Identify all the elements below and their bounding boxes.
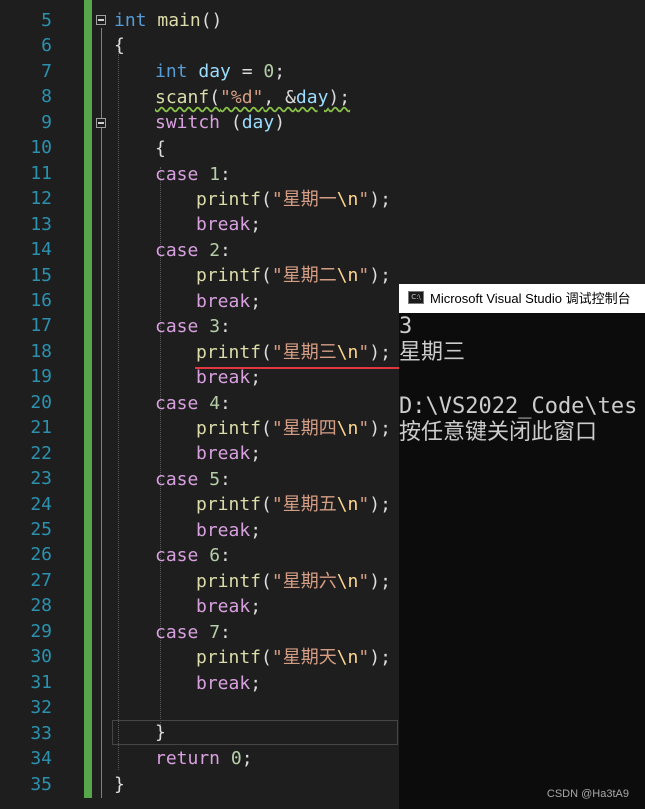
code-line-5: int main()	[114, 10, 223, 31]
case-label-line: case 5:	[155, 468, 231, 490]
printf-line: printf("星期六\n");	[196, 570, 391, 592]
line-number: 22	[30, 442, 52, 464]
collapse-main-icon[interactable]	[96, 15, 106, 25]
console-title: Microsoft Visual Studio 调试控制台	[430, 291, 631, 306]
printf-line: printf("星期一\n");	[196, 188, 391, 210]
case-label-line: case 3:	[155, 316, 231, 338]
code-line-9: switch (day)	[155, 112, 286, 133]
line-number: 11	[30, 162, 52, 184]
line-number: 16	[30, 289, 52, 311]
case-label-line: case 6:	[155, 545, 231, 567]
line-number: 34	[30, 748, 52, 770]
line-number: 24	[30, 493, 52, 515]
break-line: break;	[196, 290, 262, 312]
break-line: break;	[196, 214, 262, 236]
line-number: 32	[30, 697, 52, 719]
line-number: 21	[30, 417, 52, 439]
break-line: break;	[196, 672, 262, 694]
line-number: 19	[30, 366, 52, 388]
line-number: 17	[30, 315, 52, 337]
debug-console-window[interactable]: C:\ Microsoft Visual Studio 调试控制台 3 星期三 …	[399, 284, 645, 809]
line-number: 33	[30, 722, 52, 744]
line-number: 20	[30, 391, 52, 413]
line-number: 6	[41, 35, 52, 57]
line-number: 28	[30, 595, 52, 617]
line-number: 25	[30, 519, 52, 540]
code-line-8: scanf("%d", &day);	[155, 87, 351, 108]
line-number: 18	[30, 340, 52, 362]
break-line: break;	[196, 519, 262, 541]
console-app-icon: C:\	[408, 291, 424, 304]
code-line-10: {	[155, 138, 166, 159]
collapse-switch-icon[interactable]	[96, 118, 106, 128]
case-label-line: case 4:	[155, 392, 231, 414]
code-line-6: {	[114, 35, 125, 56]
printf-line: printf("星期五\n");	[196, 494, 391, 516]
saved-changes-bar	[84, 0, 92, 798]
line-number: 9	[41, 111, 52, 133]
line-number: 5	[41, 10, 52, 31]
line-number: 13	[30, 213, 52, 235]
printf-line: printf("星期四\n");	[196, 418, 391, 439]
console-output-line: 3	[399, 314, 413, 339]
outline-line	[101, 28, 102, 798]
code-line-35: }	[114, 774, 125, 795]
console-output-line: 星期三	[399, 340, 466, 365]
console-output-line: 按任意键关闭此窗口	[399, 420, 598, 445]
console-titlebar[interactable]: C:\ Microsoft Visual Studio 调试控制台	[399, 284, 645, 313]
line-number: 27	[30, 569, 52, 591]
code-line-33: }	[155, 722, 166, 743]
indent-guide	[118, 40, 119, 770]
case-label-line: case 2:	[155, 239, 231, 261]
printf-line: printf("星期三\n");	[196, 341, 391, 363]
code-line-34: return 0;	[155, 748, 253, 769]
line-number: 10	[30, 137, 52, 159]
printf-line: printf("星期天\n");	[196, 647, 391, 669]
line-number: 7	[41, 60, 52, 82]
code-line-7: int day = 0;	[155, 61, 286, 82]
line-number-gutter: 5 6 7 8 9 10 11 12 13 14 15 16 17 18 19 20 21 22 23 24 25 26 2…	[0, 0, 60, 809]
line-number: 35	[30, 773, 52, 795]
line-number: 12	[30, 188, 52, 210]
line-number: 23	[30, 468, 52, 490]
break-line: break;	[196, 596, 262, 618]
case-label-line: case 1:	[155, 163, 231, 185]
console-output-line: D:\VS2022_Code\tes	[399, 394, 638, 419]
line-number: 29	[30, 620, 52, 642]
watermark: CSDN @Ha3tA9	[546, 788, 629, 800]
line-number: 8	[41, 86, 52, 108]
line-number: 30	[30, 646, 52, 668]
case-label-line: case 7:	[155, 621, 231, 643]
line-number: 15	[30, 264, 52, 286]
break-line: break;	[196, 443, 262, 465]
line-number: 31	[30, 671, 52, 693]
line-number: 14	[30, 239, 52, 261]
line-number: 26	[30, 544, 52, 566]
printf-line: printf("星期二\n");	[196, 265, 391, 287]
